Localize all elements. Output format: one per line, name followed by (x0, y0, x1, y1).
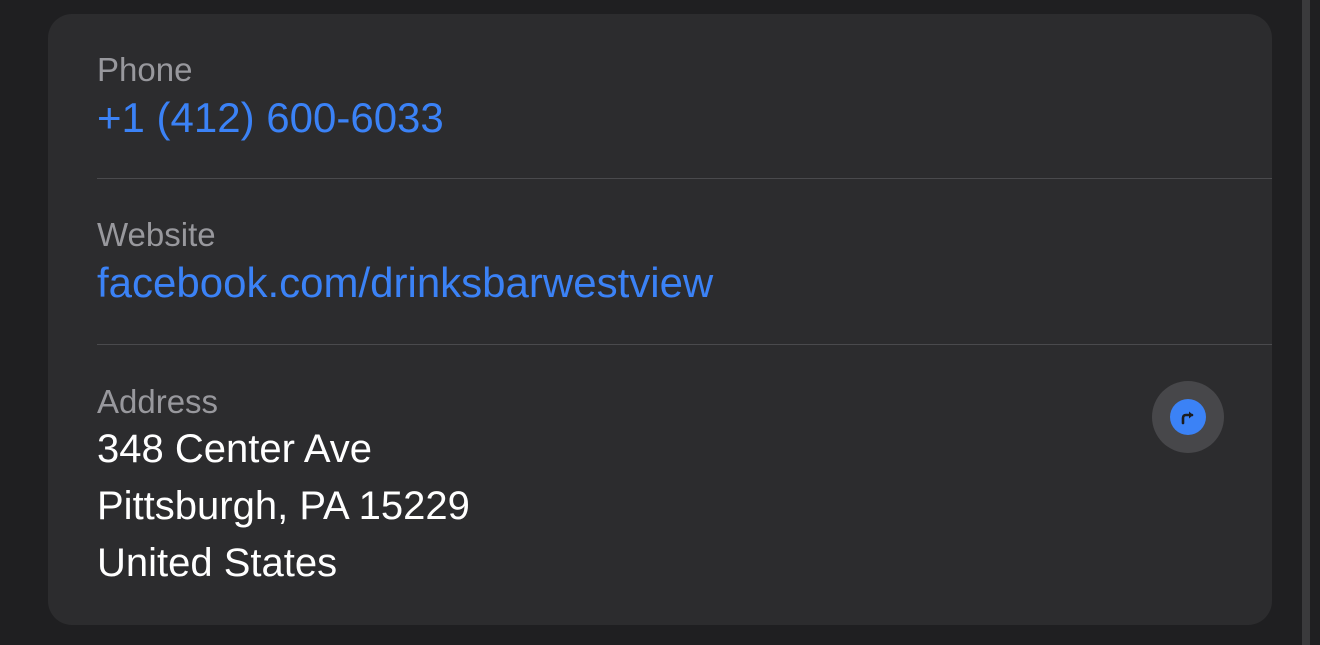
contact-details-page: Phone +1 (412) 600-6033 Website facebook… (0, 0, 1320, 645)
address-text: 348 Center Ave Pittsburgh, PA 15229 Unit… (97, 421, 470, 592)
address-line-street: 348 Center Ave (97, 427, 373, 471)
phone-link[interactable]: +1 (412) 600-6033 (97, 92, 444, 144)
address-label: Address (97, 383, 219, 420)
directions-icon (1170, 399, 1206, 435)
directions-arrow-icon (1181, 411, 1194, 425)
scroll-edge (1302, 0, 1310, 645)
phone-row[interactable]: Phone +1 (412) 600-6033 (97, 14, 1272, 178)
contact-info-card: Phone +1 (412) 600-6033 Website facebook… (48, 14, 1272, 625)
website-row[interactable]: Website facebook.com/drinksbarwestview (97, 179, 1272, 344)
address-row[interactable]: Address 348 Center Ave Pittsburgh, PA 15… (97, 345, 1272, 625)
address-line-city: Pittsburgh, PA 15229 (97, 484, 470, 528)
directions-button[interactable] (1152, 381, 1224, 453)
website-label: Website (97, 216, 216, 253)
phone-label: Phone (97, 51, 193, 88)
address-line-country: United States (97, 541, 338, 585)
website-link[interactable]: facebook.com/drinksbarwestview (97, 257, 713, 309)
